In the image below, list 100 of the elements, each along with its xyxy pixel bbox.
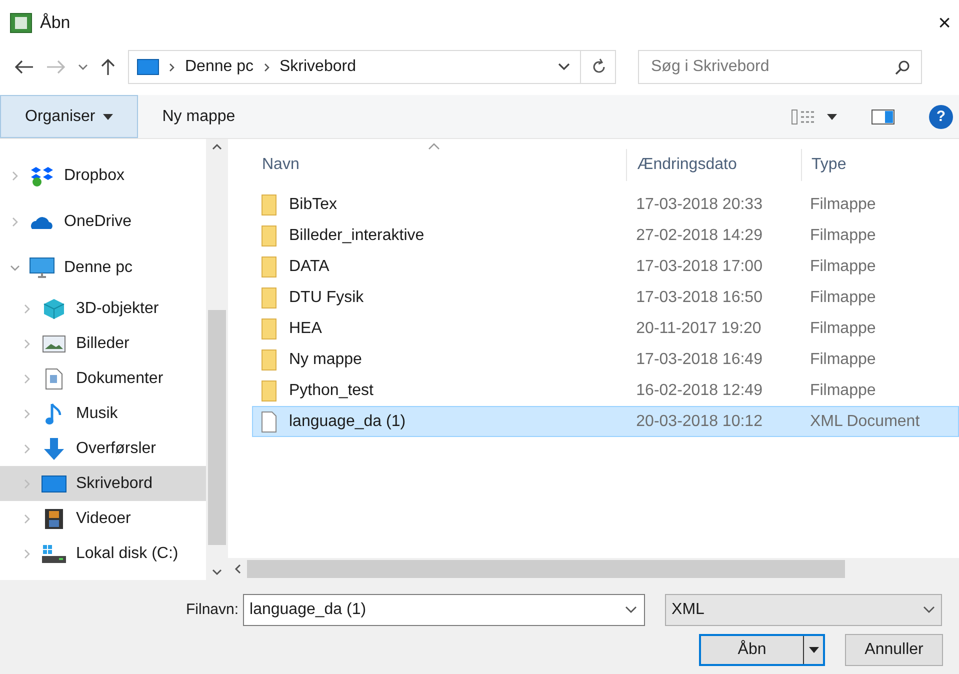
chevron-right-icon[interactable]: [22, 444, 32, 454]
file-row[interactable]: Python_test 16-02-2018 12:49 Filmappe: [252, 375, 959, 406]
chevron-right-icon[interactable]: [22, 548, 32, 558]
file-row[interactable]: BibTex 17-03-2018 20:33 Filmappe: [252, 189, 959, 220]
help-button[interactable]: ?: [929, 104, 953, 128]
new-folder-button[interactable]: Ny mappe: [148, 95, 250, 138]
preview-pane-icon[interactable]: [871, 108, 895, 124]
sidebar-item[interactable]: 3D-objekter: [0, 291, 206, 326]
column-header[interactable]: Ændringsdato: [637, 153, 737, 177]
column-header[interactable]: Type: [812, 153, 846, 177]
folder-icon: [261, 194, 277, 216]
vertical-scrollbar[interactable]: [206, 139, 228, 580]
file-name: DATA: [289, 256, 330, 276]
sidebar-item[interactable]: OneDrive: [0, 199, 206, 245]
date-cell: 20-03-2018 10:12: [636, 412, 762, 430]
music-note-icon: [45, 402, 63, 426]
monitor-icon: [29, 257, 55, 279]
film-icon: [44, 508, 64, 530]
chevron-right-icon[interactable]: [22, 478, 32, 488]
caret-down-icon[interactable]: [827, 114, 837, 120]
folder-icon: [261, 380, 277, 402]
chevron-right-icon[interactable]: [22, 374, 32, 384]
dropbox-icon: [29, 165, 55, 187]
window-title: Åbn: [40, 12, 70, 34]
close-button[interactable]: ×: [934, 12, 955, 34]
chevron-right-icon[interactable]: [22, 338, 32, 348]
sidebar-item[interactable]: Dropbox: [0, 153, 206, 199]
sidebar-item[interactable]: Musik: [0, 396, 206, 431]
sidebar-item[interactable]: Overførsler: [0, 431, 206, 466]
filename-label: Filnavn:: [186, 600, 239, 620]
chevron-left-icon[interactable]: [234, 564, 241, 574]
horizontal-scrollbar[interactable]: [228, 558, 959, 580]
scrollbar-thumb[interactable]: [208, 310, 226, 545]
document-icon: [45, 368, 63, 390]
filename-field[interactable]: language_da (1): [242, 594, 645, 626]
folder-icon: [261, 286, 277, 308]
folder-icon: [261, 348, 277, 370]
chevron-down-icon[interactable]: [558, 63, 570, 71]
sort-chevron-icon: [428, 143, 440, 150]
app-icon: [10, 12, 32, 32]
back-arrow-icon[interactable]: [14, 60, 34, 74]
column-header[interactable]: Navn: [262, 153, 300, 177]
chevron-down-icon[interactable]: [78, 63, 88, 71]
file-row[interactable]: language_da (1) 20-03-2018 10:12 XML Document: [252, 406, 959, 437]
file-row[interactable]: DTU Fysik 17-03-2018 16:50 Filmappe: [252, 282, 959, 313]
date-cell: 17-03-2018 17:00: [636, 258, 762, 274]
sidebar-item[interactable]: Skrivebord: [0, 466, 206, 501]
sidebar-item[interactable]: Lokal disk (C:): [0, 536, 206, 571]
sidebar-item[interactable]: Videoer: [0, 501, 206, 536]
type-cell: Filmappe: [810, 226, 876, 244]
file-row[interactable]: Billeder_interaktive 27-02-2018 14:29 Filmappe: [252, 220, 959, 251]
file-row[interactable]: Ny mappe 17-03-2018 16:49 Filmappe: [252, 344, 959, 375]
file-icon: [261, 410, 277, 432]
sidebar-item[interactable]: Denne pc: [0, 245, 206, 291]
cancel-button[interactable]: Annuller: [845, 634, 943, 666]
chevron-right-icon[interactable]: [10, 217, 20, 227]
type-cell: Filmappe: [810, 350, 876, 368]
scrollbar-thumb[interactable]: [247, 560, 845, 578]
desktop-icon: [41, 474, 67, 492]
chevron-right-icon: [169, 62, 175, 72]
type-cell: Filmappe: [810, 196, 876, 212]
up-arrow-icon[interactable]: [100, 58, 116, 76]
cube-icon: [43, 298, 65, 320]
file-name: DTU Fysik: [289, 288, 364, 308]
file-row[interactable]: DATA 17-03-2018 17:00 Filmappe: [252, 251, 959, 282]
address-bar[interactable]: Denne pc Skrivebord: [128, 50, 616, 84]
type-cell: XML Document: [810, 412, 920, 430]
type-cell: Filmappe: [810, 258, 876, 274]
file-name: BibTex: [289, 194, 338, 214]
breadcrumb[interactable]: Denne pc: [185, 55, 254, 79]
folder-icon: [261, 256, 277, 278]
breadcrumb[interactable]: Skrivebord: [280, 55, 356, 79]
chevron-right-icon[interactable]: [22, 514, 32, 524]
file-name: language_da (1): [289, 412, 406, 432]
forward-arrow-icon[interactable]: [46, 60, 66, 74]
sidebar-item[interactable]: Dokumenter: [0, 361, 206, 396]
chevron-up-icon[interactable]: [212, 143, 222, 150]
search-field[interactable]: Søg i Skrivebord: [638, 50, 922, 84]
date-cell: 27-02-2018 14:29: [636, 226, 762, 244]
chevron-right-icon[interactable]: [22, 304, 32, 314]
chevron-down-icon: [922, 606, 935, 614]
sidebar-item[interactable]: Billeder: [0, 326, 206, 361]
type-cell: Filmappe: [810, 288, 876, 306]
chevron-right-icon[interactable]: [10, 171, 20, 181]
chevron-right-icon[interactable]: [22, 408, 32, 418]
chevron-down-icon[interactable]: [624, 606, 637, 614]
type-cell: Filmappe: [810, 320, 876, 336]
drive-icon: [41, 544, 67, 564]
date-cell: 17-03-2018 16:49: [636, 350, 762, 368]
file-row[interactable]: HEA 20-11-2017 19:20 Filmappe: [252, 313, 959, 344]
view-list-icon[interactable]: [791, 108, 817, 124]
folder-icon: [261, 224, 277, 246]
chevron-down-icon[interactable]: [212, 569, 222, 576]
date-cell: 16-02-2018 12:49: [636, 382, 762, 398]
file-type-dropdown[interactable]: XML: [664, 594, 942, 626]
date-cell: 17-03-2018 16:50: [636, 288, 762, 306]
folder-icon: [261, 318, 277, 340]
file-name: Billeder_interaktive: [289, 226, 424, 246]
organise-button[interactable]: Organiser: [0, 95, 138, 138]
chevron-right-icon: [264, 62, 270, 72]
